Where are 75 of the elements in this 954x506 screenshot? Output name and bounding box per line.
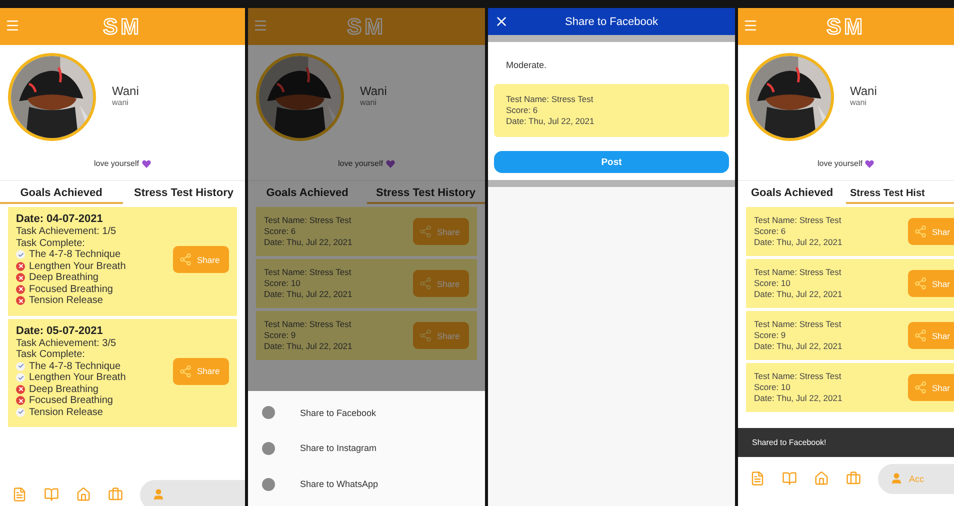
share-option[interactable]: Share to Facebook [248,406,485,420]
task-name: The 4-7-8 Technique [29,249,121,260]
app-logo: SM [103,14,142,40]
task-name: Focused Breathing [29,395,113,406]
share-button[interactable]: Share [173,246,229,274]
task-name: The 4-7-8 Technique [29,360,121,372]
test-date: Date: Thu, Jul 22, 2021 [506,116,596,127]
task-name: Tension Release [29,406,103,418]
task-heading: Task Complete: [16,349,86,360]
tab[interactable]: Stress Test History [122,184,245,204]
test-name: Test Name: Stress Test [264,215,352,226]
test-name: Test Name: Stress Test [754,319,842,330]
test-score: Score: 6 [506,105,539,116]
task-name: Deep Breathing [29,384,98,395]
test-name: Test Name: Stress Test [754,215,842,226]
test-date: Date: Thu, Jul 22, 2021 [754,237,842,248]
profile-username: wani [112,98,130,106]
task-achievement: Task Achievement: 1/5 [16,226,118,238]
test-date: Date: Thu, Jul 22, 2021 [264,341,352,352]
test-score: Score: 10 [754,382,792,393]
test-date: Date: Thu, Jul 22, 2021 [754,289,842,300]
task-name: Lengthen Your Breath [29,372,126,384]
profile-bio: love yourself [94,159,139,168]
profile-name: Wani [850,84,877,98]
profile-username: wani [850,98,868,106]
tab[interactable]: Goals Achieved [0,184,122,204]
dialog-title: Share to Facebook [565,16,658,28]
test-score: Score: 6 [264,226,297,237]
share-button[interactable]: Share [413,270,469,297]
task-name: Deep Breathing [29,272,98,284]
share-button[interactable]: Shar [908,218,954,245]
share-button[interactable]: Share [173,358,229,385]
goal-date: Date: 04-07-2021 [16,213,104,226]
test-name: Test Name: Stress Test [754,371,842,382]
share-option[interactable]: Share to WhatsApp [248,478,485,491]
goal-date: Date: 05-07-2021 [16,324,104,338]
task-name: Tension Release [29,295,103,306]
profile-name: Wani [360,84,387,98]
test-date: Date: Thu, Jul 22, 2021 [264,289,352,300]
post-message: Moderate. [505,60,548,70]
profile-username: wani [360,98,378,106]
post-button[interactable]: Post [494,151,729,173]
test-name: Test Name: Stress Test [754,267,842,278]
test-score: Score: 9 [264,330,297,341]
task-name: Focused Breathing [29,284,113,295]
test-date: Date: Thu, Jul 22, 2021 [754,393,842,404]
tab[interactable]: Goals Achieved [738,184,846,204]
tab[interactable]: Goals Achieved [248,184,366,204]
test-score: Score: 10 [264,278,302,289]
test-score: Score: 9 [754,330,787,341]
task-heading: Task Complete: [16,238,86,249]
share-button[interactable]: Share [413,218,469,245]
share-button[interactable]: Share [413,322,469,349]
snackbar-text: Shared to Facebook! [752,438,826,447]
test-date: Date: Thu, Jul 22, 2021 [264,237,352,248]
test-name: Test Name: Stress Test [506,94,594,105]
profile-bio: love yourself [818,159,862,168]
task-name: Lengthen Your Breath [29,260,126,272]
test-name: Test Name: Stress Test [264,267,352,278]
test-name: Test Name: Stress Test [264,319,352,330]
profile-bio: love yourself [338,159,383,168]
share-option[interactable]: Share to Instagram [248,442,485,455]
profile-name: Wani [112,84,139,98]
app-logo: SM [347,14,386,40]
tab[interactable]: Stress Test Hist [846,184,954,204]
tab[interactable]: Stress Test History [366,184,485,204]
share-button[interactable]: Shar [908,270,954,297]
app-logo: SM [826,14,866,40]
test-score: Score: 6 [754,226,787,237]
share-button[interactable]: Shar [908,322,954,349]
account-nav-button[interactable]: Acc [878,464,954,494]
share-button[interactable]: Shar [908,374,954,401]
test-score: Score: 10 [754,278,792,289]
test-date: Date: Thu, Jul 22, 2021 [754,341,842,352]
task-achievement: Task Achievement: 3/5 [16,338,118,349]
